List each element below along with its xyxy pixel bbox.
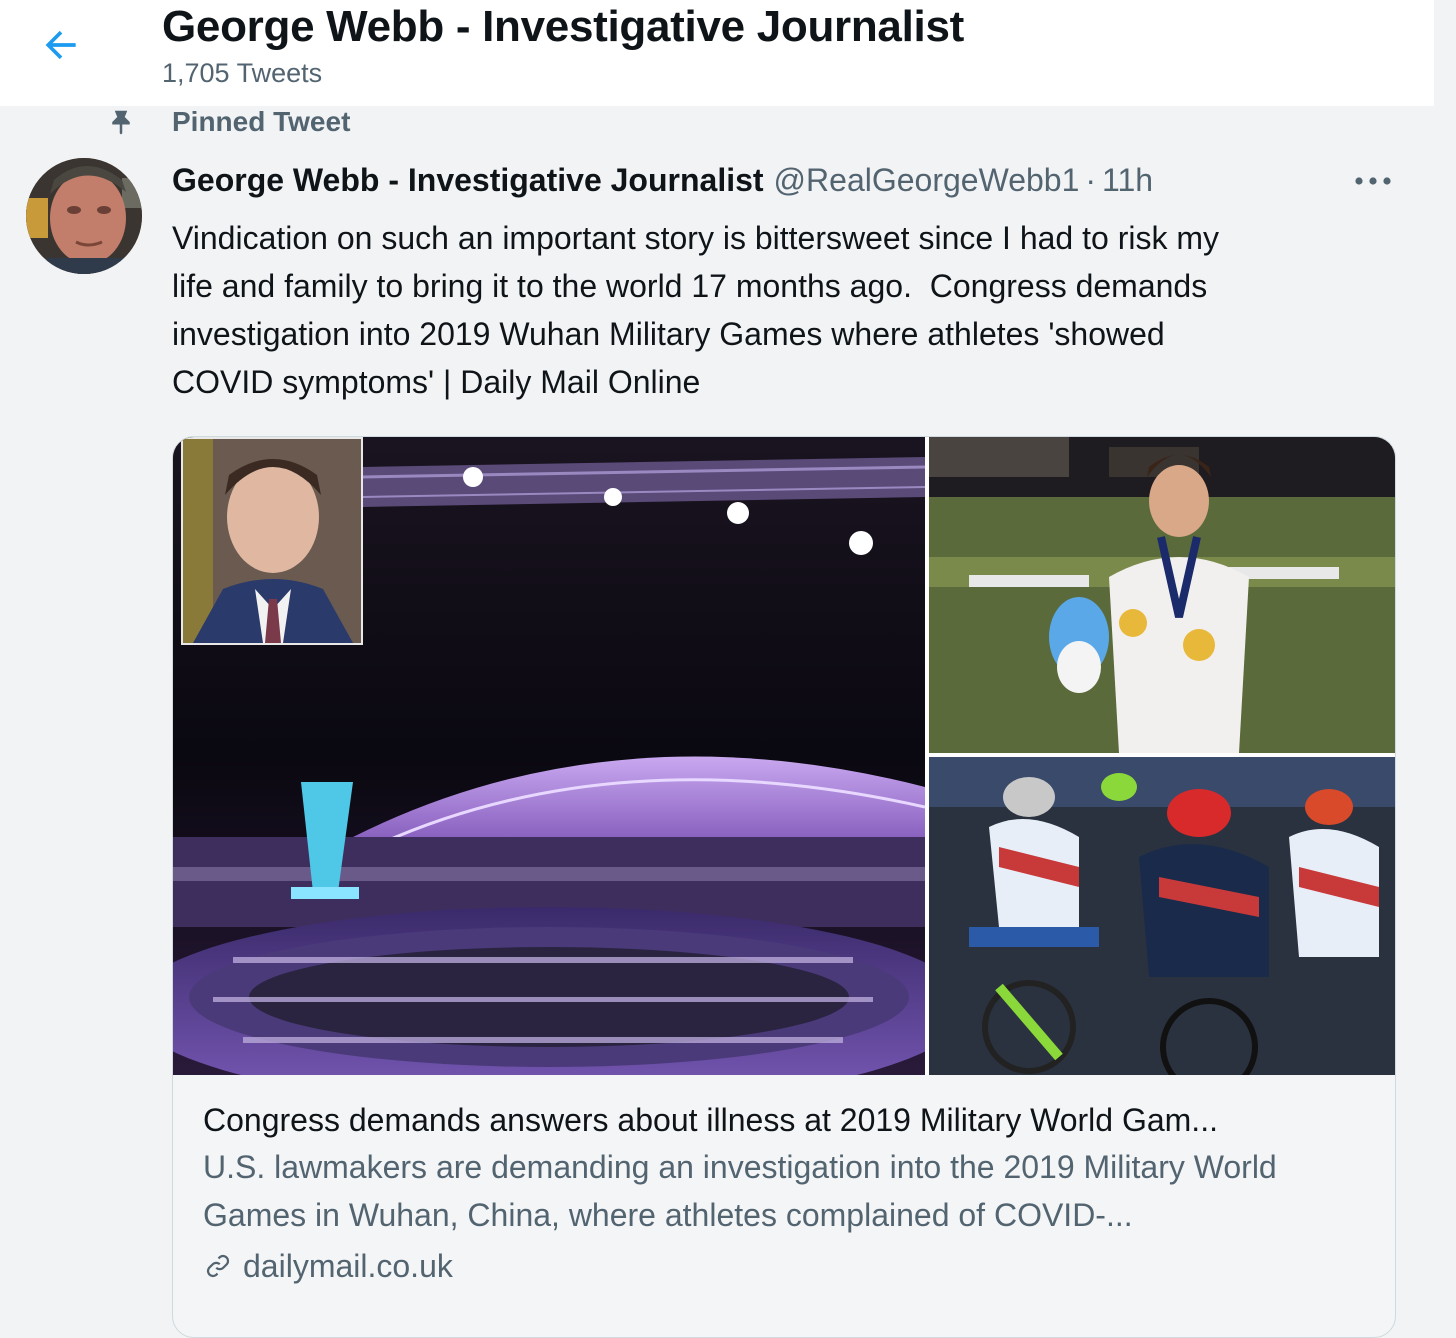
pin-icon bbox=[104, 105, 138, 139]
card-domain: dailymail.co.uk bbox=[203, 1241, 1373, 1291]
arrow-left-icon bbox=[45, 30, 76, 60]
card-description: U.S. lawmakers are demanding an investig… bbox=[203, 1149, 1277, 1233]
back-button[interactable] bbox=[36, 20, 86, 70]
athlete-image bbox=[929, 437, 1395, 753]
more-options-button[interactable] bbox=[1350, 164, 1396, 198]
profile-title: George Webb - Investigative Journalist bbox=[162, 2, 964, 51]
cycling-image bbox=[929, 757, 1395, 1075]
pinned-label: Pinned Tweet bbox=[172, 106, 351, 137]
tweet-text: Vindication on such an important story i… bbox=[172, 220, 1219, 400]
link-icon bbox=[203, 1249, 237, 1283]
link-preview-card[interactable]: Congress demands answers about illness a… bbox=[172, 436, 1396, 1338]
tweet-timestamp[interactable]: 11h bbox=[1102, 162, 1153, 199]
card-title: Congress demands answers about illness a… bbox=[203, 1102, 1218, 1138]
separator-dot: · bbox=[1085, 162, 1097, 198]
author-handle[interactable]: @RealGeorgeWebb1 bbox=[774, 162, 1080, 199]
card-text: Congress demands answers about illness a… bbox=[203, 1097, 1373, 1291]
more-horizontal-icon bbox=[1355, 177, 1391, 185]
profile-header: George Webb - Investigative Journalist 1… bbox=[0, 0, 1434, 106]
tweet-count: 1,705 Tweets bbox=[162, 58, 323, 88]
author-name[interactable]: George Webb - Investigative Journalist bbox=[172, 162, 764, 199]
card-image bbox=[173, 437, 1395, 1075]
inset-portrait bbox=[181, 437, 363, 645]
avatar[interactable] bbox=[26, 158, 142, 274]
pinned-indicator: Pinned Tweet bbox=[104, 104, 350, 140]
tweet-header: George Webb - Investigative Journalist @… bbox=[172, 162, 1153, 206]
card-domain-text: dailymail.co.uk bbox=[243, 1247, 453, 1284]
stadium-image bbox=[173, 437, 925, 1075]
